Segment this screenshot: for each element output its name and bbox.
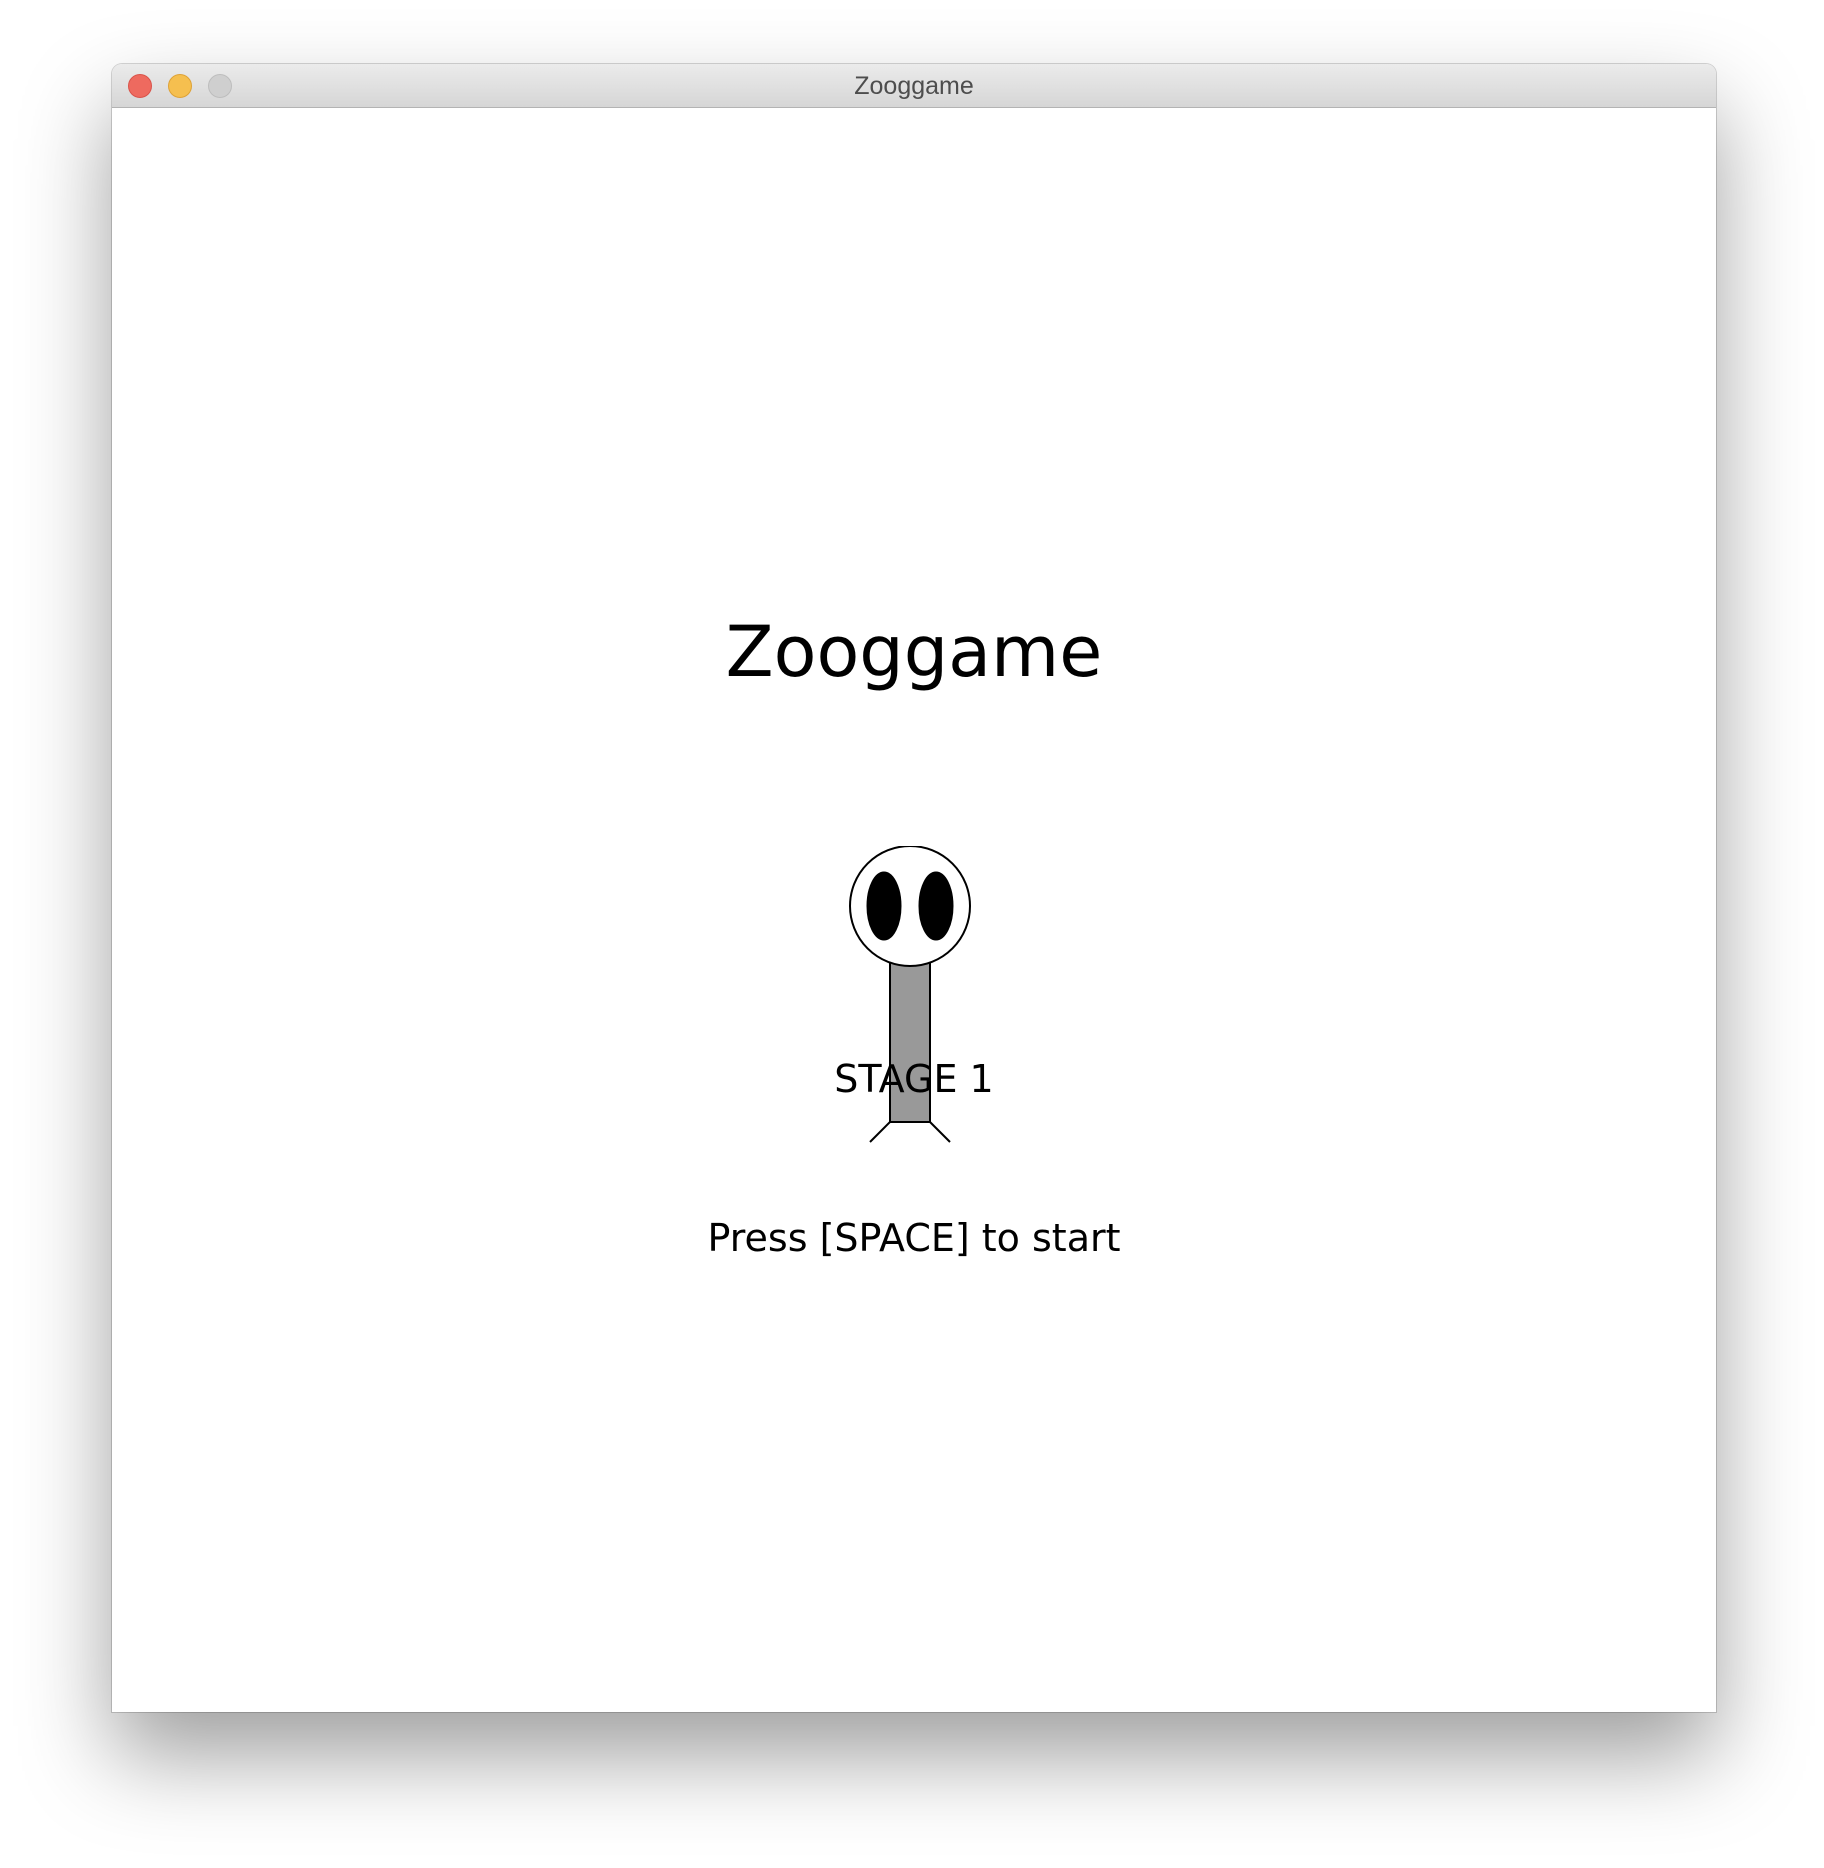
app-window: Zooggame Zooggame STAGE 1 Press [SPACE] … (112, 64, 1716, 1712)
zoog-right-eye (918, 871, 954, 941)
zoog-left-eye (866, 871, 902, 941)
start-prompt: Press [SPACE] to start (707, 1216, 1121, 1260)
game-title: Zooggame (725, 611, 1103, 693)
zoog-right-leg (929, 1121, 951, 1143)
window-titlebar[interactable]: Zooggame (112, 64, 1716, 108)
zoog-legs (869, 1121, 951, 1143)
window-title: Zooggame (854, 72, 974, 100)
stage-label: STAGE 1 (834, 1057, 994, 1101)
zoog-left-leg (869, 1121, 891, 1143)
game-canvas[interactable]: Zooggame STAGE 1 Press [SPACE] to start (112, 108, 1716, 1712)
